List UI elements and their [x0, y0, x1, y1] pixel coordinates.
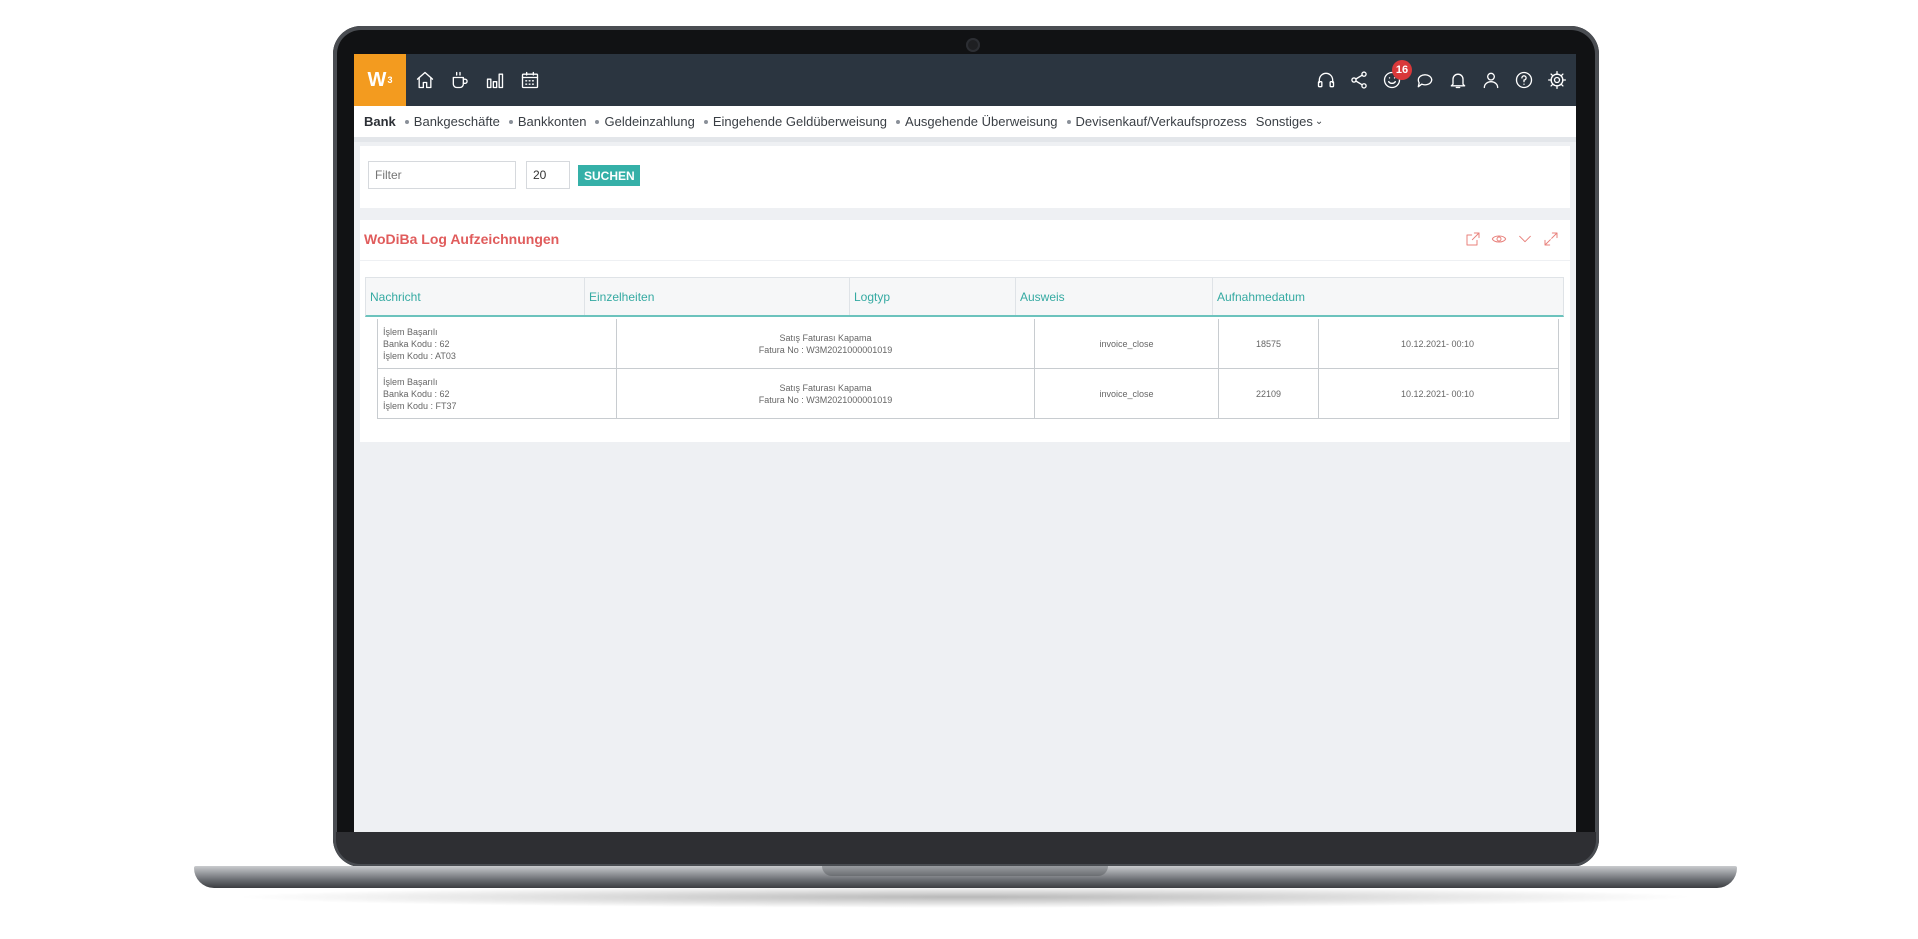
logo-superscript: 3 [387, 75, 393, 85]
details-line: Fatura No : W3M2021000001019 [758, 394, 893, 405]
user-icon[interactable] [1478, 67, 1504, 93]
bar-chart-icon[interactable] [482, 67, 508, 93]
page-size-input[interactable] [526, 161, 570, 189]
id-value: 18575 [1255, 338, 1282, 349]
cell-id: 22109 [1219, 369, 1319, 418]
id-value: 22109 [1255, 388, 1282, 399]
menu-item-label: Bank [364, 114, 396, 129]
column-header-ausweis[interactable]: Ausweis [1016, 278, 1213, 315]
menu-item-label: Bankgeschäfte [413, 114, 500, 129]
cell-message: İşlem Başarılı Banka Kodu : 62 İşlem Kod… [378, 369, 617, 418]
menu-bullet [1066, 119, 1071, 124]
app-logo[interactable]: W3 [354, 54, 406, 106]
message-line: Banka Kodu : 62 [383, 388, 450, 399]
help-icon[interactable] [1511, 67, 1537, 93]
table-row[interactable]: İşlem Başarılı Banka Kodu : 62 İşlem Kod… [378, 369, 1558, 419]
chat-icon[interactable] [1412, 67, 1438, 93]
details-line: Fatura No : W3M2021000001019 [758, 344, 893, 355]
table-row[interactable]: İşlem Başarılı Banka Kodu : 62 İşlem Kod… [378, 319, 1558, 369]
logtype-value: invoice_close [1099, 338, 1154, 349]
menu-item-bankkonten[interactable]: Bankkonten [508, 114, 587, 129]
chevron-down-icon[interactable] [1516, 230, 1534, 248]
table-header: Nachricht Einzelheiten Logtyp Ausweis Au… [365, 277, 1564, 317]
quick-links [412, 67, 543, 93]
log-panel: WoDiBa Log Aufzeichnungen Nachricht Einz… [360, 220, 1570, 442]
menu-item-geldeinzahlung[interactable]: Geldeinzahlung [595, 114, 695, 129]
cell-date: 10.12.2021- 00:10 [1319, 319, 1556, 368]
column-header-logtyp[interactable]: Logtyp [850, 278, 1016, 315]
user-tools: 16 [1313, 60, 1570, 93]
details-line: Satış Faturası Kapama [779, 332, 872, 343]
menu-item-label: Eingehende Geldüberweisung [712, 114, 888, 129]
top-navigation-bar: W3 16 [354, 54, 1576, 106]
table-body: İşlem Başarılı Banka Kodu : 62 İşlem Kod… [377, 319, 1559, 419]
cell-id: 18575 [1219, 319, 1319, 368]
menu-item-bank[interactable]: Bank [364, 114, 396, 129]
menu-item-label: Geldeinzahlung [604, 114, 695, 129]
logo-text: W [367, 68, 387, 91]
logtype-value: invoice_close [1099, 388, 1154, 399]
column-header-aufnahmedatum[interactable]: Aufnahmedatum [1213, 278, 1563, 315]
panel-divider [360, 260, 1570, 261]
search-button[interactable]: SUCHEN [578, 165, 640, 186]
message-line: İşlem Başarılı [383, 326, 438, 337]
menu-bullet [703, 119, 708, 124]
menu-item-bankgeschaefte[interactable]: Bankgeschäfte [404, 114, 500, 129]
panel-title: WoDiBa Log Aufzeichnungen [364, 231, 560, 247]
menu-item-label: Ausgehende Überweisung [905, 114, 1058, 129]
cell-details: Satış Faturası Kapama Fatura No : W3M202… [617, 319, 1035, 368]
menu-item-sonstiges[interactable]: Sonstiges ⌄ [1256, 114, 1323, 129]
column-header-nachricht[interactable]: Nachricht [366, 278, 585, 315]
calendar-icon[interactable] [517, 67, 543, 93]
cell-logtype: invoice_close [1035, 369, 1219, 418]
smiley-icon[interactable]: 16 [1379, 60, 1412, 93]
share-icon[interactable] [1346, 67, 1372, 93]
cell-logtype: invoice_close [1035, 319, 1219, 368]
eye-icon[interactable] [1490, 230, 1508, 248]
message-line: Banka Kodu : 62 [383, 338, 450, 349]
home-icon[interactable] [412, 67, 438, 93]
laptop-shadow [230, 886, 1700, 908]
menu-item-label: Devisenkauf/Verkaufsprozess [1075, 114, 1247, 129]
cell-details: Satış Faturası Kapama Fatura No : W3M202… [617, 369, 1035, 418]
external-link-icon[interactable] [1464, 230, 1482, 248]
menu-bullet [508, 119, 513, 124]
chevron-down-icon: ⌄ [1314, 116, 1324, 127]
date-value: 10.12.2021- 00:10 [1400, 388, 1475, 399]
menu-bullet [896, 119, 901, 124]
message-line: İşlem Kodu : FT37 [383, 400, 457, 411]
message-line: İşlem Kodu : AT03 [383, 350, 456, 361]
menu-bullet [595, 119, 600, 124]
filter-input[interactable] [368, 161, 516, 189]
menu-item-eingehende-geldueberweisung[interactable]: Eingehende Geldüberweisung [703, 114, 888, 129]
menu-item-ausgehende-ueberweisung[interactable]: Ausgehende Überweisung [896, 114, 1058, 129]
module-menu: Bank Bankgeschäfte Bankkonten Geldeinzah… [354, 106, 1576, 142]
menu-item-label: Bankkonten [517, 114, 587, 129]
filter-panel: SUCHEN [360, 146, 1570, 208]
laptop-notch [822, 866, 1108, 876]
menu-item-devisenkauf[interactable]: Devisenkauf/Verkaufsprozess [1066, 114, 1247, 129]
date-value: 10.12.2021- 00:10 [1400, 338, 1475, 349]
headset-icon[interactable] [1313, 67, 1339, 93]
expand-icon[interactable] [1542, 230, 1560, 248]
menu-item-label: Sonstiges [1255, 114, 1313, 129]
notification-badge[interactable]: 16 [1392, 60, 1412, 80]
column-header-einzelheiten[interactable]: Einzelheiten [585, 278, 850, 315]
cell-date: 10.12.2021- 00:10 [1319, 369, 1556, 418]
laptop-bezel [336, 832, 1596, 864]
cell-message: İşlem Başarılı Banka Kodu : 62 İşlem Kod… [378, 319, 617, 368]
details-line: Satış Faturası Kapama [779, 382, 872, 393]
message-line: İşlem Başarılı [383, 376, 438, 387]
camera-dot [966, 38, 980, 52]
panel-tools [1464, 230, 1560, 248]
app-screen: W3 16 Bank Bankgeschäfte Bankkonten Geld… [354, 54, 1576, 832]
gear-icon[interactable] [1544, 67, 1570, 93]
menu-bullet [404, 119, 409, 124]
coffee-icon[interactable] [447, 67, 473, 93]
bell-icon[interactable] [1445, 67, 1471, 93]
